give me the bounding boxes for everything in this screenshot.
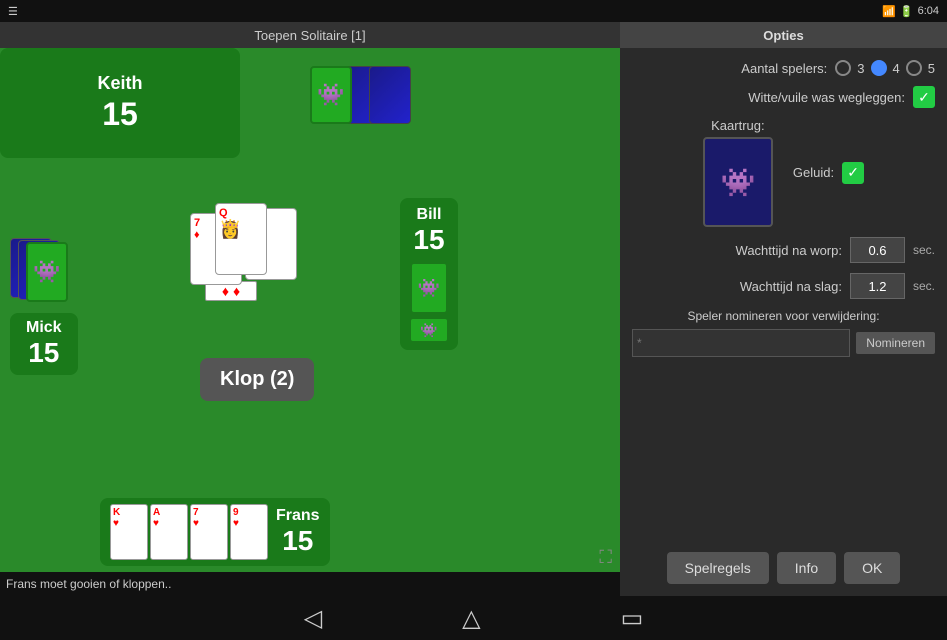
klop-button[interactable]: Klop (2)	[200, 358, 314, 401]
wachttijd-worp-input[interactable]	[850, 237, 905, 263]
nomineer-section: Speler nomineren voor verwijdering: Nomi…	[632, 309, 935, 357]
options-title: Opties	[763, 28, 803, 43]
wachttijd-slag-label: Wachttijd na slag:	[632, 279, 842, 294]
mick-score: 15	[26, 337, 62, 369]
status-message: Frans moet gooien of kloppen..	[0, 572, 620, 596]
radio-5[interactable]	[906, 60, 922, 76]
keith-avatar: 👾	[310, 66, 352, 124]
center-cards: 7♦ Q👸 J🤴 ♦ ♦	[190, 203, 370, 363]
game-title: Toepen Solitaire [1]	[254, 28, 365, 43]
card-7: 7♥	[190, 504, 228, 560]
wachttijd-worp-label: Wachttijd na worp:	[632, 243, 842, 258]
frans-score: 15	[276, 525, 320, 557]
wachttijd-worp-unit: sec.	[913, 243, 935, 257]
time-display: 6:04	[918, 5, 939, 17]
status-bar: ☰ 📶 🔋 6:04	[0, 0, 947, 22]
aantal-spelers-row: Aantal spelers: 3 4 5	[632, 60, 935, 76]
action-buttons: Spelregels Info OK	[632, 552, 935, 584]
game-area: Keith 15 👾 👾 Mick 15 7♦	[0, 48, 620, 596]
bill-name: Bill	[413, 206, 444, 224]
spelregels-button[interactable]: Spelregels	[667, 552, 769, 584]
frans-cards: K♥ A♥ 7♥ 9♥	[110, 504, 268, 560]
kaartrug-section: Kaartrug: 👾 Geluid: ✓	[632, 118, 935, 227]
card-9: 9♥	[230, 504, 268, 560]
radio-3[interactable]	[835, 60, 851, 76]
ok-button[interactable]: OK	[844, 552, 900, 584]
nomineer-button[interactable]: Nomineren	[856, 332, 935, 354]
player-frans: K♥ A♥ 7♥ 9♥ Frans 15	[100, 498, 330, 566]
nomineer-label: Speler nomineren voor verwijdering:	[632, 309, 935, 323]
witte-vuile-label: Witte/vuile was wegleggen:	[632, 90, 905, 105]
battery-icon: 🔋	[900, 5, 914, 18]
option-5: 5	[928, 61, 935, 76]
expand-button[interactable]: ⛶	[599, 547, 612, 568]
wachttijd-slag-row: Wachttijd na slag: sec.	[632, 273, 935, 299]
witte-vuile-row: Witte/vuile was wegleggen: ✓	[632, 86, 935, 108]
back-button[interactable]: ◁	[304, 604, 322, 633]
option-4: 4	[893, 61, 900, 76]
wachttijd-slag-input[interactable]	[850, 273, 905, 299]
options-panel: Aantal spelers: 3 4 5 Witte/vuile was we…	[620, 48, 947, 596]
geluid-label: Geluid:	[793, 165, 834, 180]
wachttijd-worp-row: Wachttijd na worp: sec.	[632, 237, 935, 263]
radio-4[interactable]	[871, 60, 887, 76]
frans-name: Frans	[276, 507, 320, 525]
bill-score: 15	[413, 224, 444, 256]
nav-bar: ◁ △ ▭	[0, 596, 947, 640]
bill-info: Bill 15	[413, 206, 444, 256]
kaartrug-group: Kaartrug: 👾	[703, 118, 773, 227]
main-layout: Keith 15 👾 👾 Mick 15 7♦	[0, 48, 947, 596]
aantal-spelers-label: Aantal spelers:	[632, 61, 827, 76]
info-button[interactable]: Info	[777, 552, 836, 584]
keith-score: 15	[102, 96, 138, 133]
geluid-row: Geluid: ✓	[793, 162, 864, 184]
keith-name: Keith	[98, 73, 143, 94]
card-K: K♥	[110, 504, 148, 560]
mick-name: Mick	[26, 319, 62, 337]
mick-card-stack: 👾	[10, 238, 80, 303]
player-bill: Bill 15 👾 👾	[400, 198, 458, 350]
aantal-spelers-value: 3 4 5	[835, 60, 935, 76]
nomineer-row: Nomineren	[632, 329, 935, 357]
menu-icon: ☰	[8, 5, 18, 18]
witte-vuile-checkbox[interactable]: ✓	[913, 86, 935, 108]
option-3: 3	[857, 61, 864, 76]
nomineer-input[interactable]	[632, 329, 850, 357]
bill-cards: 👾 👾	[410, 262, 448, 342]
player-mick: Mick 15	[10, 313, 78, 375]
bill-card-row2: 👾	[410, 318, 448, 342]
kaartrug-label: Kaartrug:	[711, 118, 764, 133]
recent-button[interactable]: ▭	[621, 604, 644, 633]
mick-avatar: 👾	[26, 242, 68, 302]
player-keith: Keith 15	[0, 48, 240, 158]
kaartrug-image[interactable]: 👾	[703, 137, 773, 227]
bill-avatar: 👾	[410, 262, 448, 314]
wachttijd-slag-unit: sec.	[913, 279, 935, 293]
geluid-checkbox[interactable]: ✓	[842, 162, 864, 184]
home-button[interactable]: △	[462, 604, 480, 633]
geluid-group: Geluid: ✓	[793, 162, 864, 184]
keith-card-2	[369, 66, 411, 124]
signal-icon: 📶	[882, 5, 896, 18]
card-Q: Q👸	[215, 203, 267, 275]
card-A: A♥	[150, 504, 188, 560]
frans-info: Frans 15	[276, 507, 320, 557]
